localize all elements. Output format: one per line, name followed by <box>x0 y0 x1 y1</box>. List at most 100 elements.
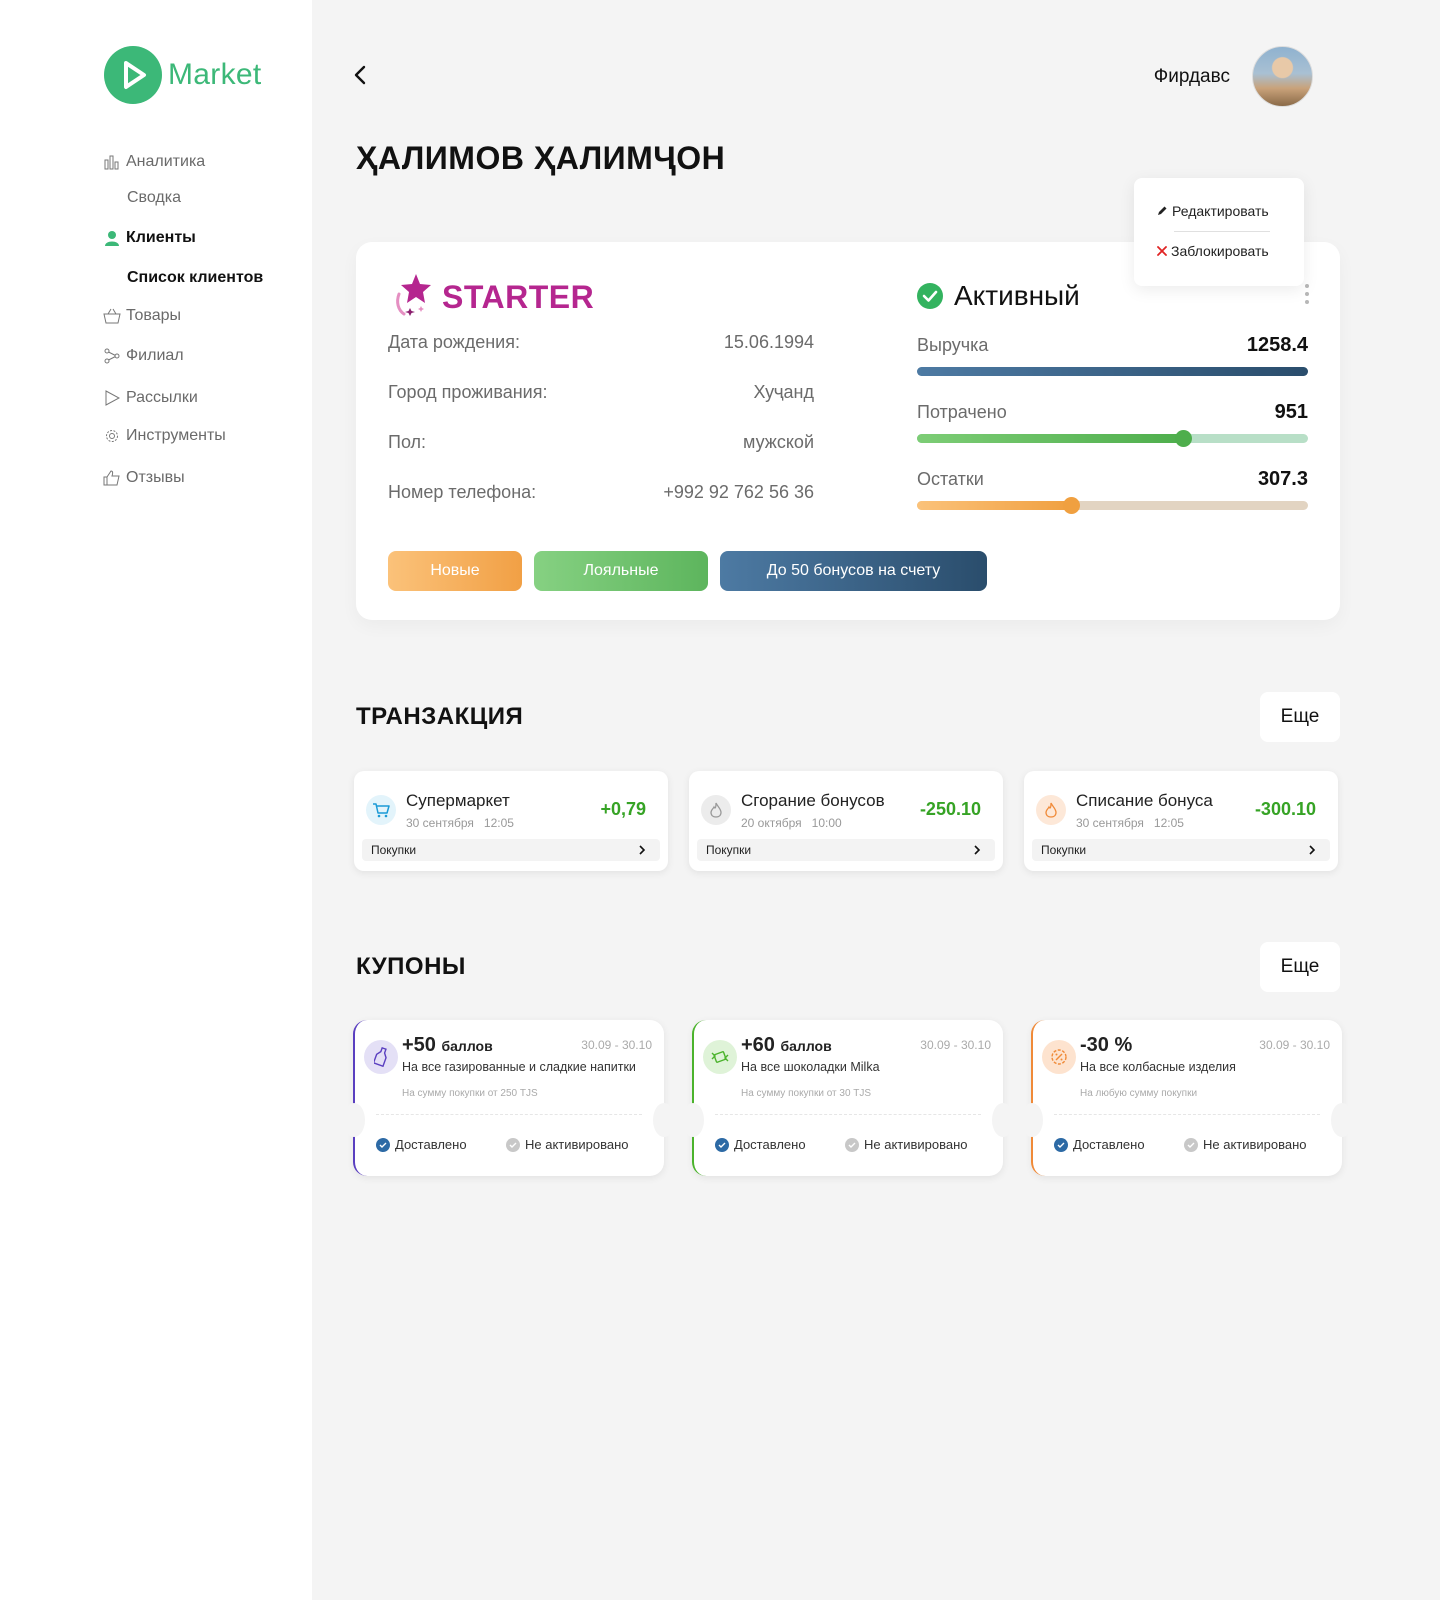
sidebar-item-client-list[interactable]: Список клиентов <box>127 268 263 288</box>
check-circle-icon <box>506 1137 520 1152</box>
metric-spent: Потрачено 951 <box>917 401 1308 447</box>
flame-icon <box>1036 795 1066 825</box>
metric-label: Выручка <box>917 335 989 355</box>
coupon-card[interactable]: +50 баллов 30.09 - 30.10 На все газирова… <box>343 1020 675 1176</box>
sidebar-item-clients[interactable]: Клиенты <box>102 228 196 248</box>
metric-remaining: Остатки 307.3 <box>917 468 1308 514</box>
logo[interactable]: Market <box>104 46 262 104</box>
transaction-category-row[interactable]: Покупки <box>362 839 660 861</box>
coupon-notch <box>343 1103 365 1137</box>
sidebar-item-branch[interactable]: Филиал <box>102 346 184 366</box>
transaction-card[interactable]: Супермаркет 30 сентября 12:05 +0,79 Поку… <box>354 771 668 871</box>
check-circle-icon <box>715 1137 729 1152</box>
transaction-card[interactable]: Списание бонуса 30 сентября 12:05 -300.1… <box>1024 771 1338 871</box>
birthdate-label: Дата рождения: <box>388 332 520 352</box>
back-button[interactable] <box>350 64 372 86</box>
sidebar-item-products[interactable]: Товары <box>102 306 181 326</box>
client-profile-card: STARTER Дата рождения: 15.06.1994 Город … <box>356 242 1340 620</box>
transaction-category-row[interactable]: Покупки <box>1032 839 1330 861</box>
tier-badge: STARTER <box>394 274 594 320</box>
status-badge: Активный <box>916 280 1080 312</box>
birthdate-value: 15.06.1994 <box>723 332 814 352</box>
tag-new[interactable]: Новые <box>388 551 522 591</box>
sidebar-item-label: Отзывы <box>126 469 185 486</box>
chart-bars-icon <box>102 152 122 172</box>
sidebar-item-label: Клиенты <box>126 229 196 246</box>
spent-bar-fill <box>917 434 1183 443</box>
phone-value: +992 92 762 56 36 <box>663 482 814 502</box>
transaction-category: Покупки <box>1041 843 1087 857</box>
check-circle-icon <box>1054 1137 1068 1152</box>
gender-row: Пол: мужской <box>388 432 814 453</box>
sidebar-item-label: Список клиентов <box>127 269 264 286</box>
cart-icon <box>366 795 396 825</box>
gender-value: мужской <box>743 432 814 452</box>
coupon-card[interactable]: +60 баллов 30.09 - 30.10 На все шоколадк… <box>682 1020 1014 1176</box>
sidebar-item-tools[interactable]: Инструменты <box>102 426 226 446</box>
transaction-card[interactable]: Сгорание бонусов 20 октября 10:00 -250.1… <box>689 771 1003 871</box>
coupon-accent-edge <box>692 1020 706 1176</box>
chevron-right-icon <box>639 845 646 855</box>
coupon-condition: На сумму покупки от 30 TJS <box>741 1088 872 1099</box>
transaction-category-row[interactable]: Покупки <box>697 839 995 861</box>
birthdate-row: Дата рождения: 15.06.1994 <box>388 332 814 353</box>
user-menu[interactable]: Фирдавс <box>1154 46 1313 107</box>
avatar[interactable] <box>1252 46 1313 107</box>
pencil-icon <box>1158 206 1167 215</box>
transactions-title: ТРАНЗАКЦИЯ <box>356 703 524 730</box>
coupon-notch <box>653 1103 675 1137</box>
remaining-slider-handle[interactable] <box>1063 497 1081 514</box>
sidebar-item-label: Товары <box>126 307 182 324</box>
status-text: Активный <box>954 280 1080 311</box>
transaction-title: Супермаркет <box>406 791 510 810</box>
tag-bonus[interactable]: До 50 бонусов на счету <box>720 551 987 591</box>
sidebar-item-label: Сводка <box>127 189 182 206</box>
city-value: Хуҷанд <box>753 382 814 402</box>
metric-value: 951 <box>1274 401 1308 423</box>
check-circle-icon <box>376 1137 390 1152</box>
sidebar-item-summary[interactable]: Сводка <box>127 188 181 208</box>
coupon-card[interactable]: -30 % 30.09 - 30.10 На все колбасные изд… <box>1021 1020 1353 1176</box>
menu-divider <box>1174 231 1270 232</box>
revenue-bar-fill <box>917 367 1308 376</box>
metric-label: Потрачено <box>917 402 1007 422</box>
remaining-bar <box>917 497 1308 514</box>
transactions-more-button[interactable]: Еще <box>1260 692 1340 742</box>
sidebar-item-reviews[interactable]: Отзывы <box>102 468 185 488</box>
coupon-notch <box>682 1103 704 1137</box>
more-options-icon[interactable] <box>1304 284 1310 308</box>
coupons-more-button[interactable]: Еще <box>1260 942 1340 992</box>
tag-loyal[interactable]: Лояльные <box>534 551 708 591</box>
branch-icon <box>102 346 122 366</box>
coupon-description: На все газированные и сладкие напитки <box>402 1060 636 1074</box>
coupon-dates: 30.09 - 30.10 <box>920 1038 991 1052</box>
check-circle-icon <box>845 1137 859 1152</box>
transaction-amount: -300.10 <box>1254 799 1316 819</box>
actions-dropdown: Редактировать Заблокировать <box>1134 178 1304 286</box>
chevron-left-icon <box>354 65 366 85</box>
bottle-icon <box>364 1040 398 1074</box>
sidebar-item-analytics[interactable]: Аналитика <box>102 152 205 172</box>
gender-label: Пол: <box>388 432 427 452</box>
coupon-divider <box>376 1114 642 1115</box>
activation-badge: Не активировано <box>1184 1137 1307 1152</box>
block-menu-item[interactable]: Заблокировать <box>1156 243 1269 259</box>
transaction-title: Сгорание бонусов <box>741 791 885 810</box>
check-circle-icon <box>1184 1137 1198 1152</box>
delivered-badge: Доставлено <box>715 1137 806 1152</box>
coupon-value: +60 баллов <box>741 1034 832 1056</box>
sidebar-item-mailings[interactable]: Рассылки <box>102 388 198 408</box>
chevron-right-icon <box>974 845 981 855</box>
thumbs-up-icon <box>102 468 122 488</box>
activation-badge: Не активировано <box>506 1137 629 1152</box>
delivered-badge: Доставлено <box>376 1137 467 1152</box>
sidebar-item-label: Аналитика <box>126 153 206 170</box>
spent-slider-handle[interactable] <box>1174 430 1192 447</box>
edit-menu-item[interactable]: Редактировать <box>1156 203 1269 219</box>
sidebar: Market Аналитика Сводка Клиенты Список к… <box>0 0 312 1600</box>
sidebar-item-label: Инструменты <box>126 427 226 444</box>
user-icon <box>102 228 122 248</box>
coupon-condition: На сумму покупки от 250 TJS <box>402 1088 538 1099</box>
phone-row: Номер телефона: +992 92 762 56 36 <box>388 482 814 503</box>
coupon-notch <box>1331 1103 1353 1137</box>
